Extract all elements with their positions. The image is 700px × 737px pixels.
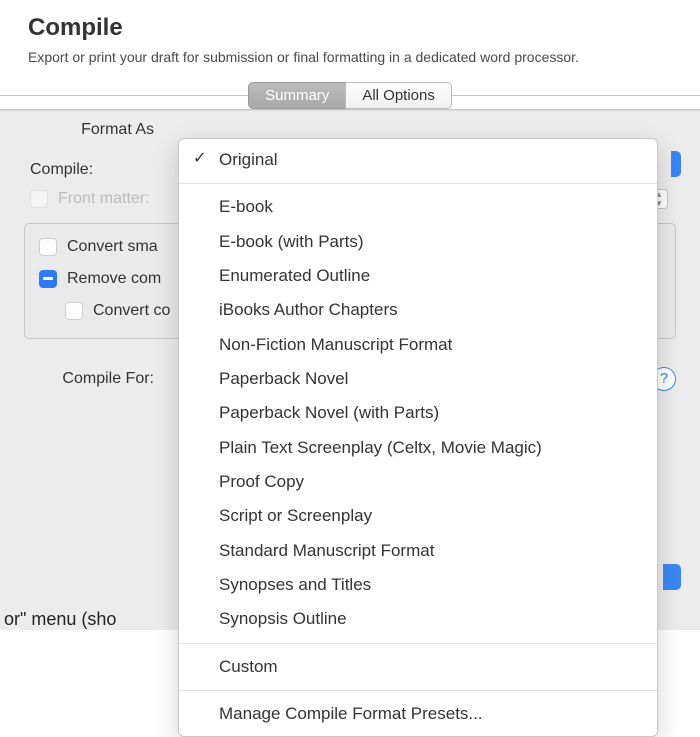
page-subtitle: Export or print your draft for submissio…: [28, 48, 668, 68]
remove-comments-checkbox[interactable]: [39, 270, 57, 288]
menu-item-label: Synopses and Titles: [219, 575, 371, 594]
menu-item-manage-presets[interactable]: Manage Compile Format Presets...: [179, 697, 657, 731]
menu-item-label: Standard Manuscript Format: [219, 541, 434, 560]
menu-item-script-screenplay[interactable]: Script or Screenplay: [179, 499, 657, 533]
menu-item-label: Paperback Novel (with Parts): [219, 403, 439, 422]
format-as-label: Format As: [24, 121, 164, 139]
menu-item-label: E-book: [219, 197, 273, 216]
convert-co-checkbox[interactable]: [65, 302, 83, 320]
menu-item-enumerated-outline[interactable]: Enumerated Outline: [179, 259, 657, 293]
remove-comments-label: Remove com: [67, 270, 161, 288]
front-matter-checkbox: [30, 190, 48, 208]
menu-item-label: Manage Compile Format Presets...: [219, 704, 483, 723]
check-icon: ✓: [193, 147, 206, 172]
menu-item-label: Script or Screenplay: [219, 506, 372, 525]
menu-item-label: Paperback Novel: [219, 369, 348, 388]
menu-item-paperback-parts[interactable]: Paperback Novel (with Parts): [179, 396, 657, 430]
menu-item-label: Enumerated Outline: [219, 266, 370, 285]
menu-separator: [179, 643, 657, 644]
page-title: Compile: [28, 14, 672, 42]
compile-tabs: Summary All Options: [0, 82, 700, 110]
menu-item-standard-manuscript[interactable]: Standard Manuscript Format: [179, 534, 657, 568]
convert-smart-checkbox[interactable]: [39, 238, 57, 256]
menu-item-original[interactable]: ✓ Original: [179, 143, 657, 177]
menu-item-ebook[interactable]: E-book: [179, 190, 657, 224]
menu-item-proof-copy[interactable]: Proof Copy: [179, 465, 657, 499]
menu-item-label: iBooks Author Chapters: [219, 300, 398, 319]
menu-item-custom[interactable]: Custom: [179, 650, 657, 684]
menu-item-label: E-book (with Parts): [219, 232, 364, 251]
format-as-menu: ✓ Original E-book E-book (with Parts) En…: [178, 138, 658, 737]
menu-item-synopsis-outline[interactable]: Synopsis Outline: [179, 602, 657, 636]
convert-smart-label: Convert sma: [67, 238, 158, 256]
menu-item-nonfiction[interactable]: Non-Fiction Manuscript Format: [179, 328, 657, 362]
compile-button-sliver[interactable]: [663, 564, 681, 590]
background-text-fragment: or" menu (sho: [4, 609, 116, 630]
menu-item-label: Non-Fiction Manuscript Format: [219, 335, 452, 354]
menu-item-paperback[interactable]: Paperback Novel: [179, 362, 657, 396]
menu-item-label: Plain Text Screenplay (Celtx, Movie Magi…: [219, 438, 542, 457]
tab-all-options[interactable]: All Options: [345, 82, 452, 109]
menu-item-plaintext-screenplay[interactable]: Plain Text Screenplay (Celtx, Movie Magi…: [179, 431, 657, 465]
compile-for-label: Compile For:: [24, 370, 164, 388]
menu-item-label: Custom: [219, 657, 278, 676]
menu-item-label: Original: [219, 150, 278, 169]
menu-item-label: Proof Copy: [219, 472, 304, 491]
tab-summary[interactable]: Summary: [248, 82, 345, 109]
front-matter-label: Front matter:: [58, 190, 150, 208]
menu-item-ebook-parts[interactable]: E-book (with Parts): [179, 225, 657, 259]
menu-separator: [179, 183, 657, 184]
menu-separator: [179, 690, 657, 691]
convert-co-label: Convert co: [93, 302, 170, 320]
menu-item-label: Synopsis Outline: [219, 609, 347, 628]
compile-header: Compile Export or print your draft for s…: [0, 0, 700, 76]
menu-item-ibooks-author[interactable]: iBooks Author Chapters: [179, 293, 657, 327]
format-as-dropdown-button[interactable]: [671, 151, 681, 177]
menu-item-synopses-titles[interactable]: Synopses and Titles: [179, 568, 657, 602]
